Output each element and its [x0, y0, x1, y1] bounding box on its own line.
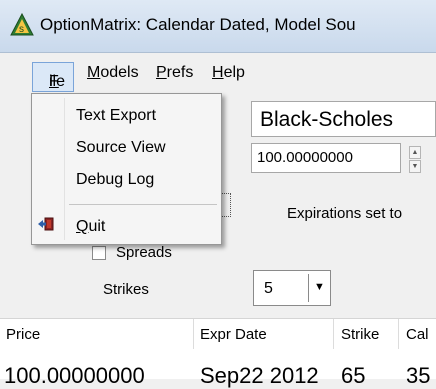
exit-door-icon [38, 217, 54, 231]
table-header: Price Expr Date Strike Cal [0, 318, 436, 350]
expirations-label: Expirations set to [287, 205, 403, 222]
menu-file-rest: ile [49, 73, 66, 90]
table-row[interactable]: 100.00000000 Sep22 2012 65 35 [0, 349, 436, 388]
menu-help-rest: elp [223, 64, 245, 81]
col-divider[interactable] [398, 319, 399, 349]
menu-models-accel: M [87, 64, 101, 81]
file-menu-dropdown: Text Export Source View Debug Log Quit [31, 93, 222, 245]
checkbox-focus-edge [222, 193, 231, 217]
menu-prefs-rest: refs [166, 64, 194, 81]
menu-item-quit-accel: Q [76, 218, 89, 235]
menu-file[interactable]: File [32, 62, 74, 92]
window-titlebar[interactable]: s OptionMatrix: Calendar Dated, Model So… [0, 0, 436, 53]
menu-prefs-accel: P [156, 64, 167, 81]
spin-up-icon[interactable]: ▲ [409, 146, 421, 159]
menu-models[interactable]: Models [87, 64, 139, 82]
app-logo-icon: s [10, 12, 34, 36]
spin-down-icon[interactable]: ▼ [409, 160, 421, 173]
strikes-select[interactable]: 5 ▼ [253, 270, 331, 306]
chevron-down-icon[interactable]: ▼ [314, 281, 325, 293]
strikes-select-value: 5 [264, 280, 273, 297]
menu-models-rest: odels [100, 64, 139, 81]
menu-item-debug-log[interactable]: Debug Log [76, 171, 154, 189]
strikes-label: Strikes [103, 281, 149, 298]
menu-icon-gutter [64, 98, 65, 240]
cell-expr-date: Sep22 2012 [200, 363, 319, 388]
model-select[interactable]: Black-Scholes [251, 101, 436, 137]
cell-cal: 35 [406, 363, 431, 388]
spreads-checkbox[interactable] [92, 246, 106, 260]
model-select-value: Black-Scholes [260, 108, 394, 131]
menu-help-accel: H [212, 64, 224, 81]
col-header-cal[interactable]: Cal [406, 326, 429, 343]
price-input[interactable]: 100.00000000 [251, 143, 401, 173]
col-header-strike[interactable]: Strike [341, 326, 379, 343]
menu-item-quit-rest: uit [88, 218, 106, 235]
col-divider[interactable] [333, 319, 334, 349]
menu-help[interactable]: Help [212, 64, 245, 82]
price-input-value: 100.00000000 [257, 149, 353, 166]
strikes-select-divider [308, 274, 309, 302]
menu-separator [69, 204, 217, 205]
window-title: OptionMatrix: Calendar Dated, Model Sou [40, 15, 356, 34]
svg-text:s: s [19, 24, 24, 35]
cell-strike: 65 [341, 363, 366, 388]
menu-item-text-export[interactable]: Text Export [76, 107, 156, 125]
menu-item-source-view[interactable]: Source View [76, 139, 166, 157]
spreads-label: Spreads [116, 244, 172, 261]
col-header-price[interactable]: Price [6, 326, 40, 343]
menu-item-quit[interactable]: Quit [76, 218, 105, 236]
cell-price: 100.00000000 [4, 363, 145, 388]
col-header-expr-date[interactable]: Expr Date [200, 326, 267, 343]
col-divider[interactable] [193, 319, 194, 349]
menu-prefs[interactable]: Prefs [156, 64, 193, 82]
price-spinner[interactable]: ▲ ▼ [409, 146, 421, 174]
